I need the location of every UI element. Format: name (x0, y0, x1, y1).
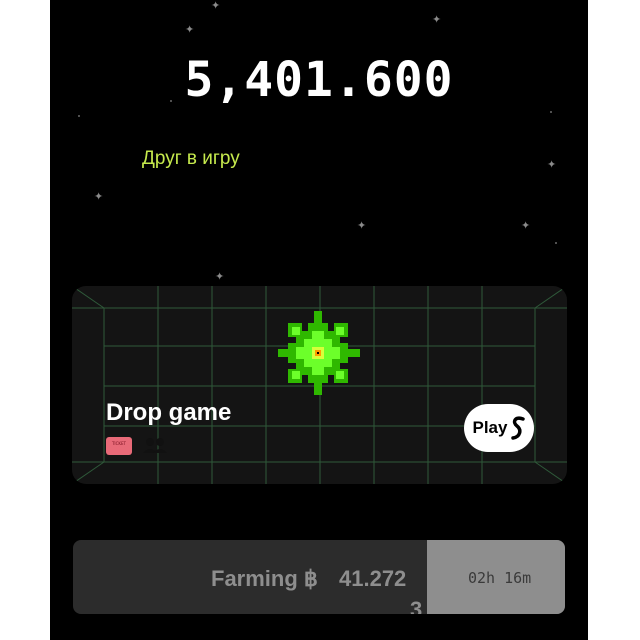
star-icon: ✦ (215, 270, 225, 283)
perspective-grid (72, 286, 567, 484)
farming-label: Farming ฿ (211, 566, 318, 591)
star-icon: ✦ (185, 23, 195, 36)
farming-button[interactable]: Farming ฿ 41.272 3 02h 16m (73, 540, 565, 614)
drop-game-card[interactable]: Drop game TICKET Play (72, 286, 567, 484)
play-button-label: Play (472, 418, 508, 437)
star-icon: ✦ (357, 219, 367, 232)
star-icon: ✦ (432, 13, 442, 26)
star-icon: ✦ (521, 219, 531, 232)
farming-timer: 02h 16m (468, 569, 532, 587)
balance-display: 5,401.600 (184, 52, 454, 108)
star-dot (550, 111, 552, 113)
star-dot (78, 115, 80, 117)
play-button[interactable]: Play (464, 404, 534, 452)
game-title: Drop game (106, 399, 232, 426)
ticket-icon: TICKET (106, 437, 132, 455)
invite-friend-link[interactable]: Друг в игру (142, 147, 240, 171)
play-swirl-icon (511, 416, 526, 440)
star-icon: ✦ (547, 158, 557, 171)
green-splat-icon (278, 311, 360, 395)
farming-amount-tail: 3 (410, 597, 423, 614)
friends-icon (143, 438, 167, 453)
game-screen: ✦ ✦ ✦ ✦ ✦ ✦ ✦ ✦ 5,401.600 Друг в игру Dr… (50, 0, 588, 640)
star-dot (555, 242, 557, 244)
star-icon: ✦ (94, 190, 104, 203)
star-icon: ✦ (211, 0, 221, 12)
farming-amount: 41.272 (339, 566, 407, 591)
